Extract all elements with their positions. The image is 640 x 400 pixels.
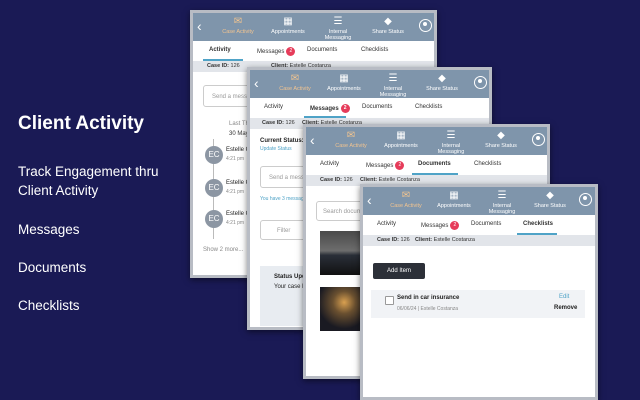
calendar-icon: ▦ [396,130,406,141]
last-label: Last Th [229,121,249,127]
nav-internal-messaging[interactable]: ☰ Internal Messaging [479,190,525,215]
nav-case-activity[interactable]: ✉ Case Activity [383,190,429,209]
entry-time: 4:21 pm [226,156,245,162]
nav-case-activity[interactable]: ✉ Case Activity [272,73,318,92]
user-circle-icon[interactable] [419,19,432,32]
update-status-link[interactable]: Update Status [260,146,292,152]
mail-icon: ✉ [233,16,243,27]
case-info-bar: Case ID: 126 Client: Estelle Costanza [363,235,595,246]
tab-activity[interactable]: Activity [209,47,231,53]
tab-documents[interactable]: Documents [471,221,501,227]
nav-appointments[interactable]: ▦ Appointments [321,73,367,92]
tab-messages[interactable]: Messages 2 [421,221,460,230]
entry-time: 4:21 pm [226,220,245,226]
nav-appointments[interactable]: ▦ Appointments [431,190,477,209]
nav-share-status[interactable]: ◆ Share Status [478,130,524,149]
list-icon: ☰ [446,130,456,141]
messages-badge: 2 [340,104,350,113]
mail-icon: ✉ [401,190,411,201]
tab-documents[interactable]: Documents [418,161,451,167]
back-chevron-icon[interactable]: ‹ [254,75,259,91]
nav-share-status[interactable]: ◆ Share Status [527,190,573,209]
nav-appointments[interactable]: ▦ Appointments [265,16,311,35]
user-circle-icon[interactable] [474,76,487,89]
back-chevron-icon[interactable]: ‹ [197,18,202,34]
user-circle-icon[interactable] [579,193,592,206]
nav-case-activity[interactable]: ✉ Case Activity [328,130,374,149]
status-update-title: Status Upd [274,274,306,280]
nav-internal-messaging[interactable]: ☰ Internal Messaging [428,130,474,155]
top-nav: ‹ ✉ Case Activity ▦ Appointments ☰ Internal… [193,13,434,41]
tab-documents[interactable]: Documents [362,104,392,110]
list-icon: ☰ [333,16,343,27]
current-status-label: Current Status: [260,138,304,144]
tab-bar: Activity Messages 2 Documents Checklists [363,215,595,235]
top-nav: ‹ ✉ Case Activity ▦ Appointments ☰ Internal… [306,127,547,155]
edit-link[interactable]: Edit [559,294,569,300]
user-circle-icon[interactable] [532,133,545,146]
back-chevron-icon[interactable]: ‹ [310,132,315,148]
calendar-icon: ▦ [339,73,349,84]
tab-checklists[interactable]: Checklists [474,161,501,167]
nav-internal-messaging[interactable]: ☰ Internal Messaging [370,73,416,98]
mail-icon: ✉ [290,73,300,84]
entry-time: 4:21 pm [226,189,245,195]
tab-checklists[interactable]: Checklists [415,104,442,110]
calendar-icon: ▦ [449,190,459,201]
document-thumbnail-car[interactable] [320,231,364,275]
checklist-item-meta: 06/06/24 | Estelle Costanza [397,306,459,312]
top-nav: ‹ ✉ Case Activity ▦ Appointments ☰ Internal… [363,187,595,215]
tab-bar: Activity Messages 2 Documents Checklists [193,41,434,61]
feature-item-engagement: Track Engagement thru Client Activity [18,164,159,198]
eraser-icon: ◆ [438,73,446,84]
tab-checklists[interactable]: Checklists [361,47,388,53]
screen-checklists: ‹ ✉ Case Activity ▦ Appointments ☰ Internal… [360,184,598,400]
tab-messages[interactable]: Messages 2 [257,47,296,56]
eraser-icon: ◆ [497,130,505,141]
messages-badge: 2 [395,161,405,170]
mail-icon: ✉ [346,130,356,141]
tab-bar: Activity Messages 2 Documents Checklists [250,98,489,118]
messages-note: You have 3 messag [260,196,304,202]
nav-share-status[interactable]: ◆ Share Status [365,16,411,35]
add-item-button[interactable]: Add Item [373,263,425,279]
feature-title: Client Activity [18,113,144,134]
show-more-link[interactable]: Show 2 more... [203,247,243,253]
eraser-icon: ◆ [546,190,554,201]
tab-messages[interactable]: Messages 2 [366,161,405,170]
messages-badge: 2 [450,221,460,230]
tab-messages[interactable]: Messages 2 [310,104,350,113]
tab-documents[interactable]: Documents [307,47,337,53]
feature-item-messages: Messages [18,222,80,237]
avatar: EC [205,210,223,228]
tab-activity[interactable]: Activity [377,221,396,227]
nav-case-activity[interactable]: ✉ Case Activity [215,16,261,35]
messages-badge: 2 [286,47,296,56]
top-nav: ‹ ✉ Case Activity ▦ Appointments ☰ Internal… [250,70,489,98]
calendar-icon: ▦ [283,16,293,27]
nav-share-status[interactable]: ◆ Share Status [419,73,465,92]
list-icon: ☰ [497,190,507,201]
remove-link[interactable]: Remove [554,305,577,311]
tab-bar: Activity Messages 2 Documents Checklists [306,155,547,175]
activity-date: 30 May [229,131,249,137]
document-thumbnail-night[interactable] [320,287,364,331]
feature-item-checklists: Checklists [18,298,80,313]
tab-activity[interactable]: Activity [320,161,339,167]
tab-activity[interactable]: Activity [264,104,283,110]
tab-checklists[interactable]: Checklists [523,221,553,227]
feature-item-documents: Documents [18,260,87,275]
avatar: EC [205,146,223,164]
checkbox[interactable] [385,296,394,305]
eraser-icon: ◆ [384,16,392,27]
list-icon: ☰ [388,73,398,84]
nav-appointments[interactable]: ▦ Appointments [378,130,424,149]
avatar: EC [205,179,223,197]
checklist-item-title: Send in car insurance [397,295,460,301]
checklist-item: Send in car insurance 06/06/24 | Estelle… [371,290,585,318]
back-chevron-icon[interactable]: ‹ [367,192,372,208]
nav-internal-messaging[interactable]: ☰ Internal Messaging [315,16,361,41]
